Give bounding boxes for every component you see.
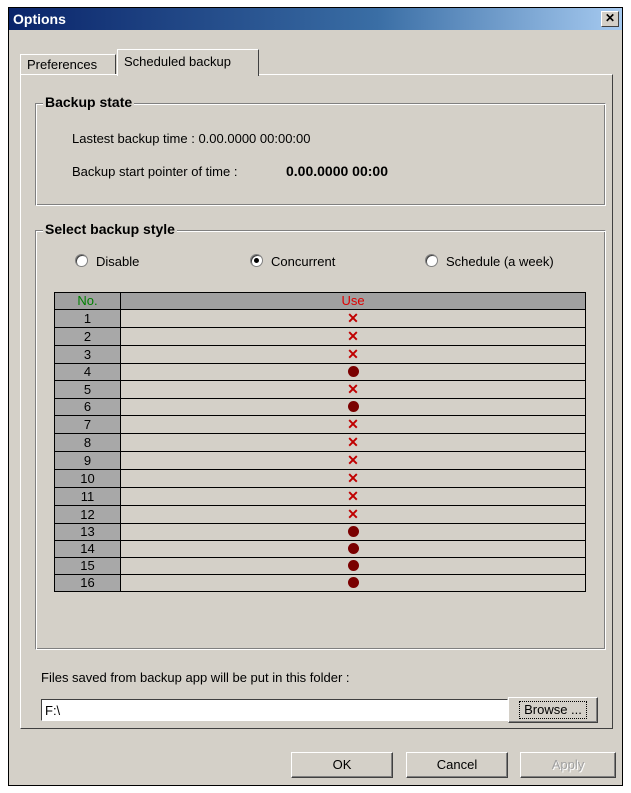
scheduled-backup-panel <box>20 74 613 729</box>
cancel-button[interactable]: Cancel <box>406 752 508 778</box>
tab-preferences-label: Preferences <box>27 57 98 72</box>
options-dialog: Options ✕ Preferences Scheduled backup B… <box>8 7 623 786</box>
apply-button[interactable]: Apply <box>520 752 616 778</box>
tab-scheduled-backup[interactable]: Scheduled backup <box>117 49 259 76</box>
window-title: Options <box>13 11 66 27</box>
close-button[interactable]: ✕ <box>601 11 619 27</box>
tab-scheduled-backup-label: Scheduled backup <box>124 54 231 69</box>
title-bar[interactable]: Options ✕ <box>9 8 622 30</box>
tab-preferences[interactable]: Preferences <box>20 54 116 74</box>
ok-button[interactable]: OK <box>291 752 393 778</box>
close-icon: ✕ <box>604 11 616 25</box>
